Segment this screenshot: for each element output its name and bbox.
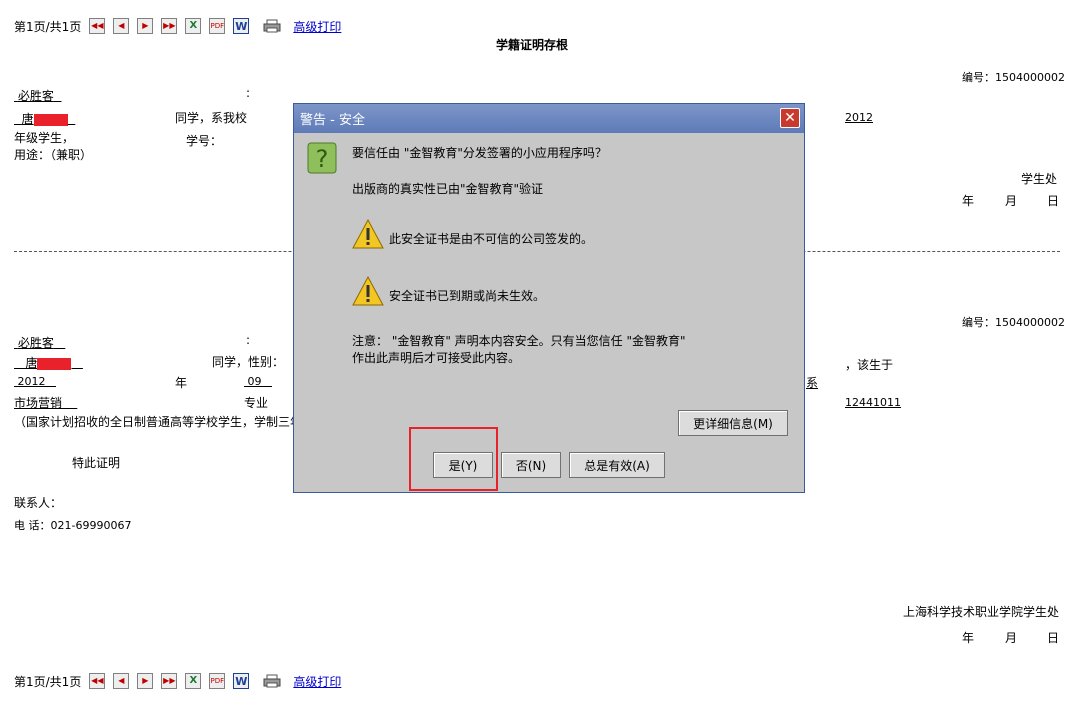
first-page-icon[interactable]: ◀◀	[89, 673, 106, 689]
cert-month: 09	[247, 375, 262, 388]
excel-export-icon[interactable]: X	[185, 18, 202, 34]
no-button[interactable]: 否(N)	[501, 452, 561, 478]
cert-school-office: 上海科学技术职业学院学生处	[903, 605, 1060, 619]
svg-text:?: ?	[316, 145, 329, 173]
dialog-notice-line1: 注意： "金智教育" 声明本内容安全。只有当您信任 "金智教育"	[352, 334, 686, 348]
close-icon[interactable]: ✕	[780, 108, 800, 128]
stub-colon: :	[246, 86, 251, 100]
stub-grade-student: 年级学生，	[14, 131, 75, 145]
cert-colon: :	[246, 333, 251, 347]
stub-student-id-label: 学号：	[186, 134, 223, 148]
dialog-question: 要信任由 "金智教育"分发签署的小应用程序吗？	[352, 146, 607, 160]
dialog-warning-untrusted: 此安全证书是由不可信的公司签发的。	[389, 232, 594, 246]
warning-icon	[352, 275, 384, 309]
cert-born: ，该生于	[845, 358, 894, 372]
redaction-block	[33, 113, 68, 126]
dialog-title: 警告 - 安全	[300, 113, 365, 128]
next-page-icon[interactable]: ▶	[137, 673, 154, 689]
prev-page-icon[interactable]: ◀	[113, 673, 130, 689]
top-toolbar: 第1页/共1页 ◀◀ ◀ ▶ ▶▶ X PDF W 高级打印	[14, 16, 341, 36]
cert-date-year: 年	[962, 631, 975, 645]
word-export-icon[interactable]: W	[233, 18, 250, 34]
advanced-print-link[interactable]: 高级打印	[293, 673, 341, 690]
redaction-block	[37, 357, 72, 370]
pdf-export-icon[interactable]: PDF	[209, 18, 226, 34]
dialog-warning-expired: 安全证书已到期或尚未生效。	[389, 289, 546, 303]
stub-student-text: 同学，系我校	[175, 111, 248, 125]
cert-date-month: 月	[1005, 631, 1018, 645]
highlight-box	[409, 427, 498, 491]
cert-student-name: 唐	[14, 354, 83, 371]
last-page-icon[interactable]: ▶▶	[161, 18, 178, 34]
last-page-icon[interactable]: ▶▶	[161, 673, 178, 689]
stub-number: 编号：1504000002	[962, 71, 1065, 84]
cert-class-no: 12441011	[845, 396, 901, 409]
more-details-button[interactable]: 更详细信息(M)	[678, 410, 788, 436]
dialog-publisher: 出版商的真实性已由"金智教育"验证	[352, 182, 544, 196]
cert-student-gender: 同学，性别：	[212, 355, 285, 369]
security-warning-dialog: 警告 - 安全 ✕ ? 要信任由 "金智教育"分发签署的小应用程序吗？ 出版商的…	[293, 103, 805, 493]
cert-dept-suffix: 系	[806, 376, 819, 390]
question-icon: ?	[307, 142, 337, 177]
print-icon[interactable]	[263, 19, 281, 33]
cert-major: 市场营销	[14, 396, 63, 410]
warning-icon	[352, 218, 384, 252]
cert-year: 2012	[17, 375, 46, 388]
stub-year: 2012	[845, 111, 873, 124]
cert-major-label: 专业	[244, 396, 269, 410]
advanced-print-link[interactable]: 高级打印	[293, 18, 341, 35]
cert-company: 必胜客	[17, 336, 54, 350]
dialog-titlebar[interactable]: 警告 - 安全	[294, 104, 804, 133]
stub-date-day: 日	[1047, 194, 1060, 208]
stub-date-year: 年	[962, 194, 975, 208]
bottom-toolbar: 第1页/共1页 ◀◀ ◀ ▶ ▶▶ X PDF W 高级打印	[14, 671, 341, 691]
next-page-icon[interactable]: ▶	[137, 18, 154, 34]
stub-student-name: 唐	[14, 110, 75, 127]
cert-note: （国家计划招收的全日制普通高等学校学生，学制三年	[14, 415, 303, 429]
stub-purpose: 用途：（兼职）	[14, 148, 93, 162]
excel-export-icon[interactable]: X	[185, 673, 202, 689]
cert-contact-label: 联系人：	[14, 496, 63, 510]
cert-number: 编号：1504000002	[962, 316, 1065, 329]
pdf-export-icon[interactable]: PDF	[209, 673, 226, 689]
cert-certify: 特此证明	[72, 456, 121, 470]
print-icon[interactable]	[263, 674, 281, 688]
page-info: 第1页/共1页	[14, 674, 82, 689]
cert-year-label: 年	[175, 376, 188, 390]
stub-date-month: 月	[1005, 194, 1018, 208]
prev-page-icon[interactable]: ◀	[113, 18, 130, 34]
first-page-icon[interactable]: ◀◀	[89, 18, 106, 34]
word-export-icon[interactable]: W	[233, 673, 250, 689]
dialog-notice-line2: 作出此声明后才可接受此内容。	[352, 351, 521, 365]
always-trust-button[interactable]: 总是有效(A)	[569, 452, 665, 478]
page-info: 第1页/共1页	[14, 19, 82, 34]
cert-phone: 电 话：021-69990067	[14, 519, 132, 532]
stub-office: 学生处	[1021, 172, 1058, 186]
stub-title: 学籍证明存根	[496, 38, 569, 52]
stub-company: 必胜客	[17, 89, 54, 103]
cert-date-day: 日	[1047, 631, 1060, 645]
